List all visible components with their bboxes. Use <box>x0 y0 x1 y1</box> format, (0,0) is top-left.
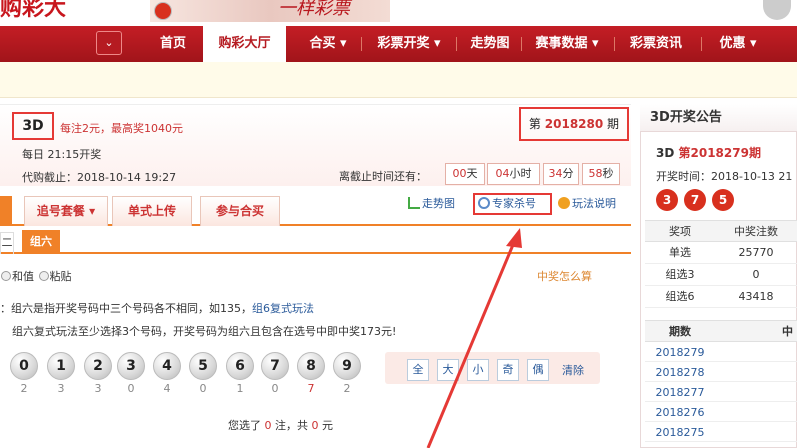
play-rule: 组六复式玩法至少选择3个号码，开奖号码为组六且包含在选号中即中奖173元! <box>12 325 397 338</box>
how-to-win-link[interactable]: 中奖怎么算 <box>537 268 592 284</box>
input-mode: 和值 粘贴 <box>0 268 72 284</box>
number-ball-3[interactable]: 3 <box>117 352 145 380</box>
countdown-minutes: 34分 <box>543 163 579 185</box>
miss-count: 3 <box>57 382 65 395</box>
winning-ball: 5 <box>712 189 734 211</box>
radio-sum[interactable] <box>1 271 11 281</box>
history-row[interactable]: 2018278 <box>645 362 797 382</box>
nav-match-data[interactable]: 赛事数据 ▾ <box>526 26 608 62</box>
nav-results[interactable]: 彩票开奖 ▾ <box>368 26 450 62</box>
number-ball-2[interactable]: 2 <box>84 352 112 380</box>
history-row[interactable]: 2018279 <box>645 342 797 362</box>
tab-single-upload[interactable]: 单式上传 <box>112 196 192 226</box>
nav-lottery-hall[interactable]: 购彩大厅 <box>203 26 286 62</box>
tomato-icon <box>154 2 172 20</box>
nav-news[interactable]: 彩票资讯 <box>619 26 693 62</box>
promo-banner[interactable]: 一样彩票 <box>150 0 390 22</box>
table-row: 单选 25770 <box>645 242 797 264</box>
number-ball-8[interactable]: 8 <box>297 352 325 380</box>
select-even-button[interactable]: 偶 <box>527 359 549 381</box>
miss-count: 0 <box>127 382 135 395</box>
tab-chase-package[interactable]: 追号套餐 ▾ <box>24 196 108 226</box>
winning-ball: 7 <box>684 189 706 211</box>
chart-icon <box>408 197 420 209</box>
number-ball-1[interactable]: 1 <box>47 352 75 380</box>
history-header: 期数中 <box>645 320 797 342</box>
clear-button[interactable]: 清除 <box>562 362 584 378</box>
countdown-label: 离截止时间还有： <box>339 170 427 183</box>
nav-dropdown-button[interactable]: ⌄ <box>96 31 122 55</box>
miss-count: 1 <box>236 382 244 395</box>
number-ball-7[interactable]: 7 <box>261 352 289 380</box>
nav-divider <box>701 37 702 51</box>
main-nav: ⌄ 首页 购彩大厅 合买 ▾ 彩票开奖 ▾ 走势图 赛事数据 ▾ 彩票资讯 优惠… <box>0 26 797 62</box>
last-issue: 3D 第2018279期 <box>656 146 761 160</box>
nav-divider <box>361 37 362 51</box>
rules-link[interactable]: 玩法说明 <box>558 196 616 212</box>
table-row: 组选3 0 <box>645 264 797 286</box>
miss-count: 2 <box>343 382 351 395</box>
purchase-deadline: 代购截止：2018-10-14 19:27 <box>22 171 177 184</box>
history-row[interactable]: 2018277 <box>645 382 797 402</box>
number-ball-0[interactable]: 0 <box>10 352 38 380</box>
sub-tabs: 二 组六 <box>0 228 631 254</box>
current-issue: 第 2018280 期 <box>519 107 629 141</box>
nav-home[interactable]: 首页 <box>145 26 201 62</box>
select-odd-button[interactable]: 奇 <box>497 359 519 381</box>
select-big-button[interactable]: 大 <box>437 359 459 381</box>
miss-count: 0 <box>199 382 207 395</box>
draw-time: 开奖时间：2018-10-13 21 <box>656 170 793 183</box>
nav-divider <box>614 37 615 51</box>
number-ball-4[interactable]: 4 <box>153 352 181 380</box>
tab-active-edge[interactable] <box>0 196 12 226</box>
prize-info: 每注2元，最高奖1040元 <box>60 122 183 135</box>
selection-summary: 您选了 0 注，共 0 元 <box>228 419 333 432</box>
number-ball-5[interactable]: 5 <box>189 352 217 380</box>
nav-group-buy[interactable]: 合买 ▾ <box>296 26 360 62</box>
number-ball-6[interactable]: 6 <box>226 352 254 380</box>
notice-strip <box>0 62 797 98</box>
top-bar: 购彩大 一样彩票 <box>0 0 797 26</box>
nav-trend[interactable]: 走势图 <box>462 26 518 62</box>
radio-sum-label: 和值 <box>12 270 34 283</box>
miss-count: 2 <box>20 382 28 395</box>
group6-multi-link[interactable]: 组6复式玩法 <box>252 302 314 315</box>
site-logo[interactable]: 购彩大 <box>0 0 110 22</box>
countdown-seconds: 58秒 <box>582 163 620 185</box>
miss-count: 0 <box>271 382 279 395</box>
subtab-group3[interactable]: 二 <box>0 232 14 254</box>
play-description: ：组六是指开奖号码中三个号码各不相同，如135，组6复式玩法 <box>0 302 314 315</box>
nav-offers[interactable]: 优惠 ▾ <box>710 26 766 62</box>
subtab-group6[interactable]: 组六 <box>22 230 60 254</box>
nav-divider <box>521 37 522 51</box>
prize-table-header: 奖项 中奖注数 <box>645 220 797 242</box>
results-title: 3D开奖公告 <box>640 104 797 132</box>
avatar-icon[interactable] <box>763 0 791 20</box>
draw-schedule: 每日 21:15开奖 <box>22 148 102 161</box>
number-ball-9[interactable]: 9 <box>333 352 361 380</box>
select-all-button[interactable]: 全 <box>407 359 429 381</box>
table-row: 组选6 43418 <box>645 286 797 308</box>
miss-count: 3 <box>94 382 102 395</box>
trend-link[interactable]: 走势图 <box>408 196 455 212</box>
miss-count: 4 <box>163 382 171 395</box>
radio-paste[interactable] <box>38 271 49 281</box>
history-row[interactable]: 2018276 <box>645 402 797 422</box>
history-row[interactable]: 2018275 <box>645 422 797 442</box>
winning-ball: 3 <box>656 189 678 211</box>
countdown-days: 00天 <box>445 163 485 185</box>
miss-count: 7 <box>307 382 315 395</box>
highlight-box <box>473 193 552 215</box>
nav-divider <box>456 37 457 51</box>
banner-text: 一样彩票 <box>278 0 350 19</box>
tab-join-group[interactable]: 参与合买 <box>200 196 280 226</box>
select-small-button[interactable]: 小 <box>467 359 489 381</box>
countdown-hours: 04小时 <box>487 163 540 185</box>
radio-paste-label: 粘贴 <box>49 270 72 283</box>
help-icon <box>558 197 570 209</box>
game-name: 3D <box>12 112 54 140</box>
